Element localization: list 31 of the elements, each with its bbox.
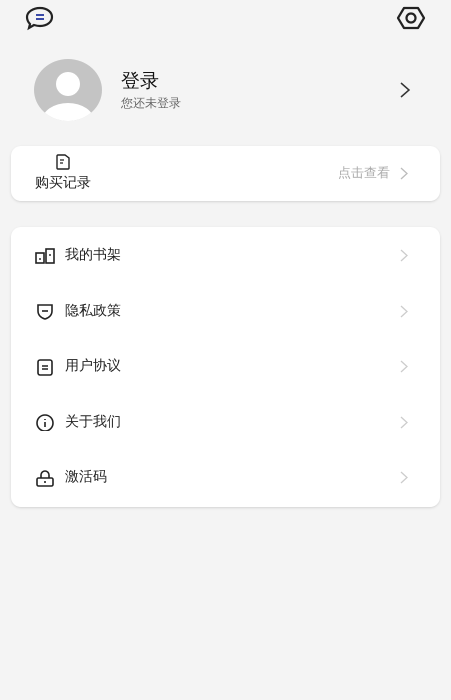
menu-label: 激活码 xyxy=(65,468,108,488)
document-icon xyxy=(35,358,55,376)
chevron-icon xyxy=(400,416,408,429)
menu-item[interactable]: 用户协议 xyxy=(11,339,440,394)
avatar-icon xyxy=(34,59,102,121)
settings-icon[interactable] xyxy=(396,5,426,31)
chevron-icon xyxy=(399,81,411,99)
bookshelf-icon xyxy=(35,246,55,265)
chevron-icon xyxy=(400,249,408,262)
menu-label: 隐私政策 xyxy=(65,302,122,321)
chevron-icon xyxy=(400,304,408,318)
login-subtitle: 您还未登录 xyxy=(121,95,182,112)
menu-item[interactable]: 我的书架 xyxy=(11,228,440,284)
receipt-icon xyxy=(56,154,70,170)
login-title: 登录 xyxy=(121,69,160,94)
purchase-card[interactable]: 购买记录 点击查看 xyxy=(11,146,440,201)
profile-row[interactable]: 登录 您还未登录 xyxy=(0,58,451,122)
chevron-icon xyxy=(400,360,408,374)
purchase-label: 购买记录 xyxy=(35,174,91,193)
menu-item[interactable]: 关于我们 xyxy=(11,394,440,450)
chevron-icon xyxy=(400,167,408,180)
menu-label: 我的书架 xyxy=(65,246,122,266)
chevron-icon xyxy=(400,471,408,484)
message-icon[interactable] xyxy=(25,5,55,31)
menu-label: 用户协议 xyxy=(65,357,122,376)
lock-icon xyxy=(35,468,55,487)
info-icon xyxy=(35,413,55,432)
menu-item[interactable]: 激活码 xyxy=(11,450,440,506)
menu-item[interactable]: 隐私政策 xyxy=(11,284,440,339)
shield-icon xyxy=(35,302,55,320)
menu-label: 关于我们 xyxy=(65,412,122,432)
